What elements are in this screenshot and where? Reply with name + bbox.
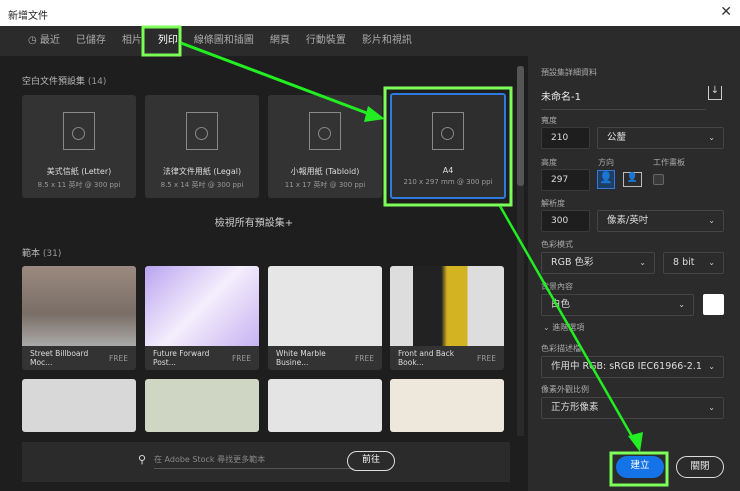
template-card[interactable] (145, 379, 259, 432)
free-badge: FREE (354, 353, 374, 363)
unit-dropdown[interactable]: 公釐 ⌄ (597, 127, 724, 149)
chevron-down-icon: ⌄ (639, 258, 646, 267)
view-all-presets-link[interactable]: 檢視所有預設集+ (0, 214, 508, 229)
template-card[interactable] (22, 379, 136, 432)
artboard-checkbox[interactable] (653, 174, 664, 185)
resolution-label: 解析度 (541, 199, 565, 208)
color-profile-label: 色彩描述檔 (541, 344, 581, 353)
tab-web[interactable]: 網頁 (262, 26, 298, 56)
stock-search-bar: ⚲ 在 Adobe Stock 尋找更多範本 前往 (22, 442, 510, 482)
presets-heading: 空白文件預設集 (14) (22, 77, 107, 87)
chevron-down-icon: ⌄ (708, 133, 715, 142)
orientation-label: 方向 (598, 158, 614, 167)
height-input[interactable]: 297 (541, 169, 590, 191)
pixel-aspect-label: 像素外觀比例 (541, 385, 589, 394)
free-badge: FREE (476, 353, 496, 363)
preset-size: 210 x 297 mm @ 300 ppi (403, 178, 493, 186)
landscape-orientation-button[interactable]: 👤 (623, 172, 642, 187)
background-color-swatch[interactable] (703, 294, 724, 315)
templates-heading: 範本 (31) (22, 249, 62, 259)
template-card[interactable]: Front and Back Book... FREE (390, 266, 504, 370)
save-preset-icon[interactable]: ↓ (708, 86, 722, 100)
tab-film-video[interactable]: 影片和視訊 (354, 26, 420, 56)
chevron-down-icon: ⌄ (708, 258, 715, 267)
template-card[interactable]: Future Forward Post... FREE (145, 266, 259, 370)
tab-label: 最近 (39, 35, 60, 46)
color-profile-dropdown[interactable]: 作用中 RGB: sRGB IEC61966-2.1 ⌄ (541, 356, 724, 378)
chevron-down-icon: ⌄ (708, 403, 715, 412)
preset-size: 8.5 x 11 英吋 @ 300 ppi (37, 181, 121, 189)
chevron-down-icon: ⌄ (708, 362, 715, 371)
background-label: 背景內容 (541, 282, 573, 291)
preset-tabloid[interactable]: 小報用紙 (Tabloid) 11 x 17 英吋 @ 300 ppi (268, 95, 382, 198)
document-name-input[interactable]: 未命名-1 (541, 88, 706, 110)
width-input[interactable]: 210 (541, 127, 590, 149)
preset-name: 小報用紙 (Tabloid) (290, 167, 360, 176)
template-card[interactable]: Street Billboard Moc... FREE (22, 266, 136, 370)
preset-size: 8.5 x 14 英吋 @ 300 ppi (160, 181, 244, 189)
document-icon (309, 112, 341, 150)
template-name: Front and Back Book... (398, 349, 455, 367)
portrait-orientation-button[interactable]: 👤 (597, 170, 615, 189)
artboard-label: 工作畫板 (653, 158, 685, 167)
details-heading: 預設集詳細資料 (541, 68, 597, 77)
preset-legal[interactable]: 法律文件用紙 (Legal) 8.5 x 14 英吋 @ 300 ppi (145, 95, 259, 198)
scrollbar-thumb[interactable] (517, 66, 524, 186)
template-thumbnail (22, 266, 136, 346)
tab-print[interactable]: 列印 (150, 26, 186, 56)
free-badge: FREE (231, 353, 251, 363)
tab-photo[interactable]: 相片 (114, 26, 150, 56)
search-icon: ⚲ (138, 453, 147, 466)
template-card[interactable] (268, 379, 382, 432)
document-icon (63, 112, 95, 150)
resolution-unit-dropdown[interactable]: 像素/英吋 ⌄ (597, 210, 724, 232)
color-mode-dropdown[interactable]: RGB 色彩 ⌄ (541, 252, 655, 274)
height-label: 高度 (541, 158, 557, 167)
document-icon (432, 112, 464, 150)
tab-mobile[interactable]: 行動裝置 (298, 26, 354, 56)
free-badge: FREE (108, 353, 128, 363)
title-bar: 新增文件 ✕ (0, 0, 740, 26)
template-name: White Marble Busine... (276, 349, 326, 367)
clock-icon: ◷ (28, 35, 40, 46)
template-thumbnail (390, 266, 504, 346)
chevron-down-icon: ⌄ (708, 216, 715, 225)
create-button[interactable]: 建立 (616, 456, 664, 478)
preset-a4[interactable]: A4 210 x 297 mm @ 300 ppi (390, 93, 506, 199)
document-icon (186, 112, 218, 150)
advanced-options-toggle[interactable]: ⌄ 進階選項 (543, 322, 584, 333)
resolution-input[interactable]: 300 (541, 210, 590, 232)
close-icon[interactable]: ✕ (720, 4, 732, 20)
stock-search-input[interactable]: 在 Adobe Stock 尋找更多範本 (154, 454, 354, 469)
tab-saved[interactable]: 已儲存 (68, 26, 114, 56)
pixel-aspect-dropdown[interactable]: 正方形像素 ⌄ (541, 397, 724, 419)
preset-name: A4 (442, 166, 454, 175)
background-dropdown[interactable]: 白色 ⌄ (541, 294, 694, 316)
template-name: Street Billboard Moc... (30, 349, 89, 367)
bit-depth-dropdown[interactable]: 8 bit ⌄ (663, 252, 724, 274)
preset-letter[interactable]: 美式信紙 (Letter) 8.5 x 11 英吋 @ 300 ppi (22, 95, 136, 198)
color-mode-label: 色彩模式 (541, 240, 573, 249)
category-tabs: ◷ 最近 已儲存 相片 列印 線條圖和插圖 網頁 行動裝置 影片和視訊 (0, 26, 740, 56)
go-button[interactable]: 前往 (347, 451, 395, 471)
chevron-down-icon: ⌄ (543, 323, 553, 332)
tab-recent[interactable]: ◷ 最近 (20, 26, 68, 56)
width-label: 寬度 (541, 116, 557, 125)
close-button[interactable]: 關閉 (676, 456, 724, 478)
chevron-down-icon: ⌄ (678, 300, 685, 309)
template-card[interactable]: White Marble Busine... FREE (268, 266, 382, 370)
tab-art-illustration[interactable]: 線條圖和插圖 (186, 26, 262, 56)
preset-name: 美式信紙 (Letter) (46, 167, 112, 176)
template-card[interactable] (390, 379, 504, 432)
preset-name: 法律文件用紙 (Legal) (162, 167, 242, 176)
template-thumbnail (145, 266, 259, 346)
template-name: Future Forward Post... (153, 349, 210, 367)
window-title: 新增文件 (8, 11, 48, 22)
template-thumbnail (268, 266, 382, 346)
preset-size: 11 x 17 英吋 @ 300 ppi (284, 181, 366, 189)
